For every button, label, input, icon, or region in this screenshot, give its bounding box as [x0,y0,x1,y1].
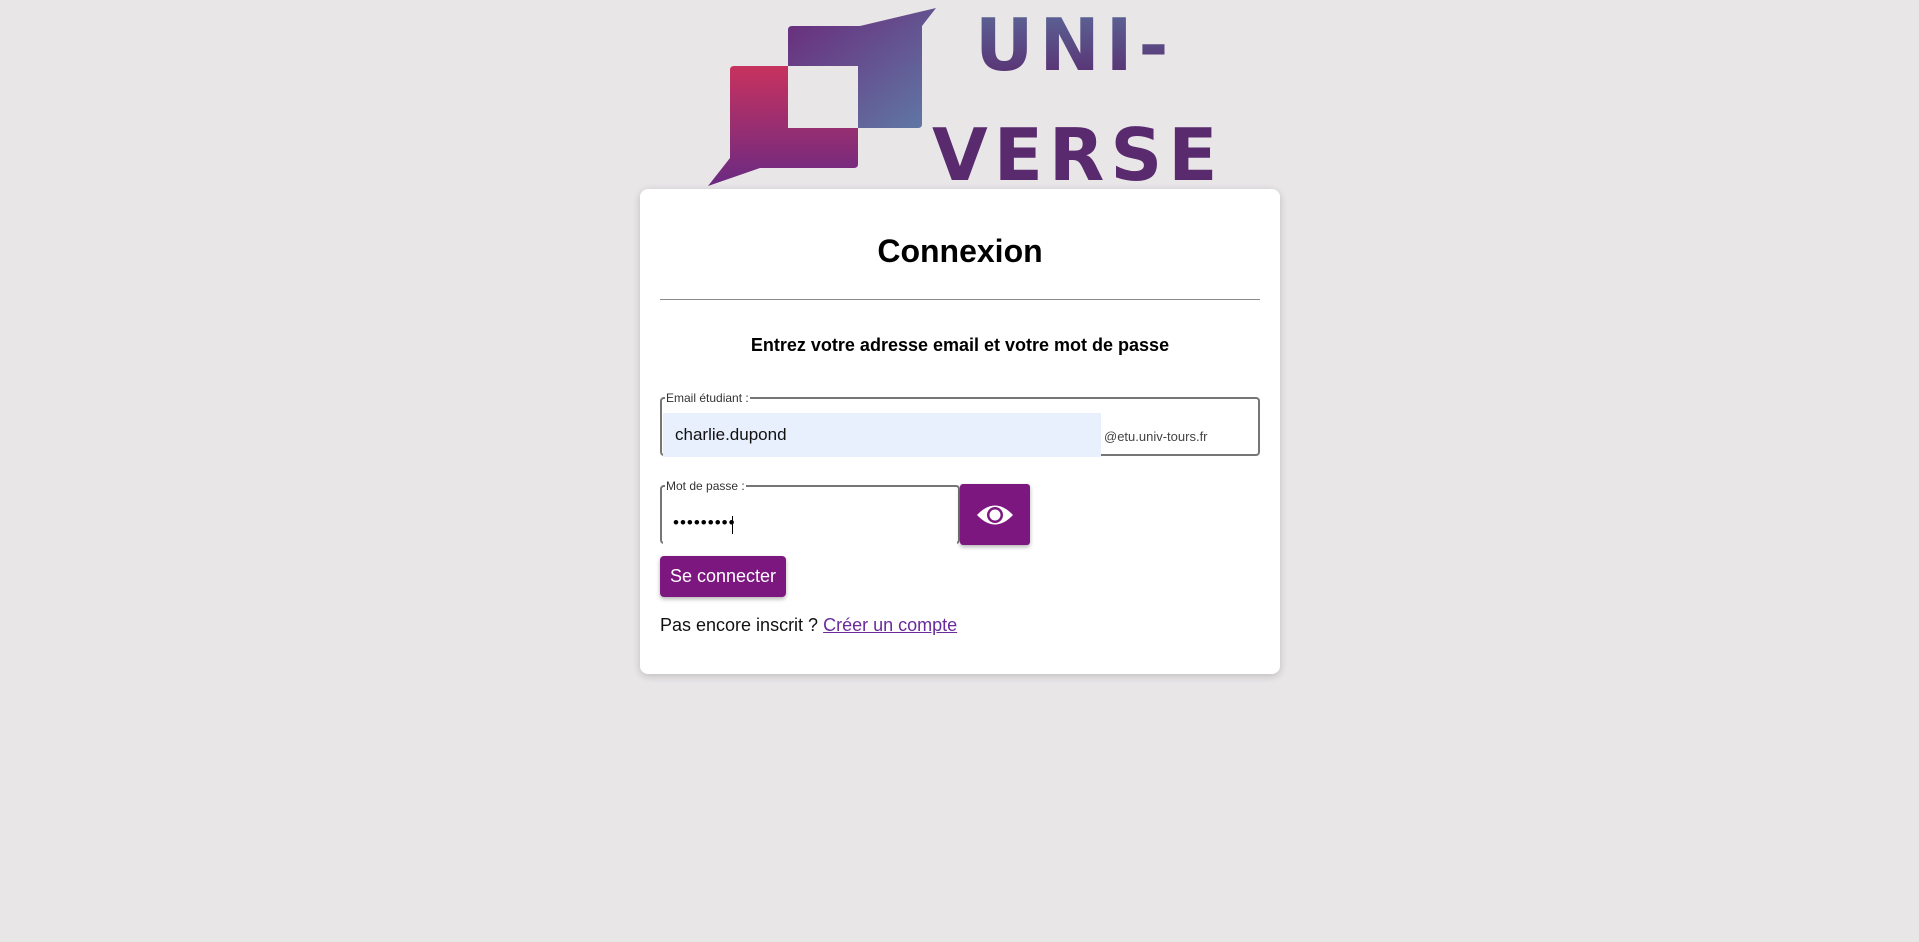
show-password-button[interactable] [960,484,1030,545]
email-domain-suffix: @etu.univ-tours.fr [1104,429,1208,444]
login-button[interactable]: Se connecter [660,556,786,597]
email-input[interactable] [663,413,1101,457]
email-fieldset: Email étudiant : @etu.univ-tours.fr [660,391,1260,457]
text-caret [732,516,733,534]
login-card: Connexion Entrez votre adresse email et … [640,189,1280,674]
password-label: Mot de passe : [666,479,745,493]
email-label: Email étudiant : [666,391,749,405]
password-input[interactable] [663,501,957,545]
logo-text-line2: VERSE [932,113,1220,188]
register-prompt-line: Pas encore inscrit ? Créer un compte [660,615,957,636]
divider [660,299,1260,300]
create-account-link[interactable]: Créer un compte [823,615,957,635]
register-prompt: Pas encore inscrit ? [660,615,819,635]
logo-text-line1: UNI- [975,4,1174,87]
eye-icon [977,505,1013,524]
login-instructions: Entrez votre adresse email et votre mot … [750,335,1170,355]
page-title: Connexion [877,233,1043,269]
logo: UNI- VERSE [700,4,1220,188]
password-fieldset: Mot de passe : [660,479,960,545]
